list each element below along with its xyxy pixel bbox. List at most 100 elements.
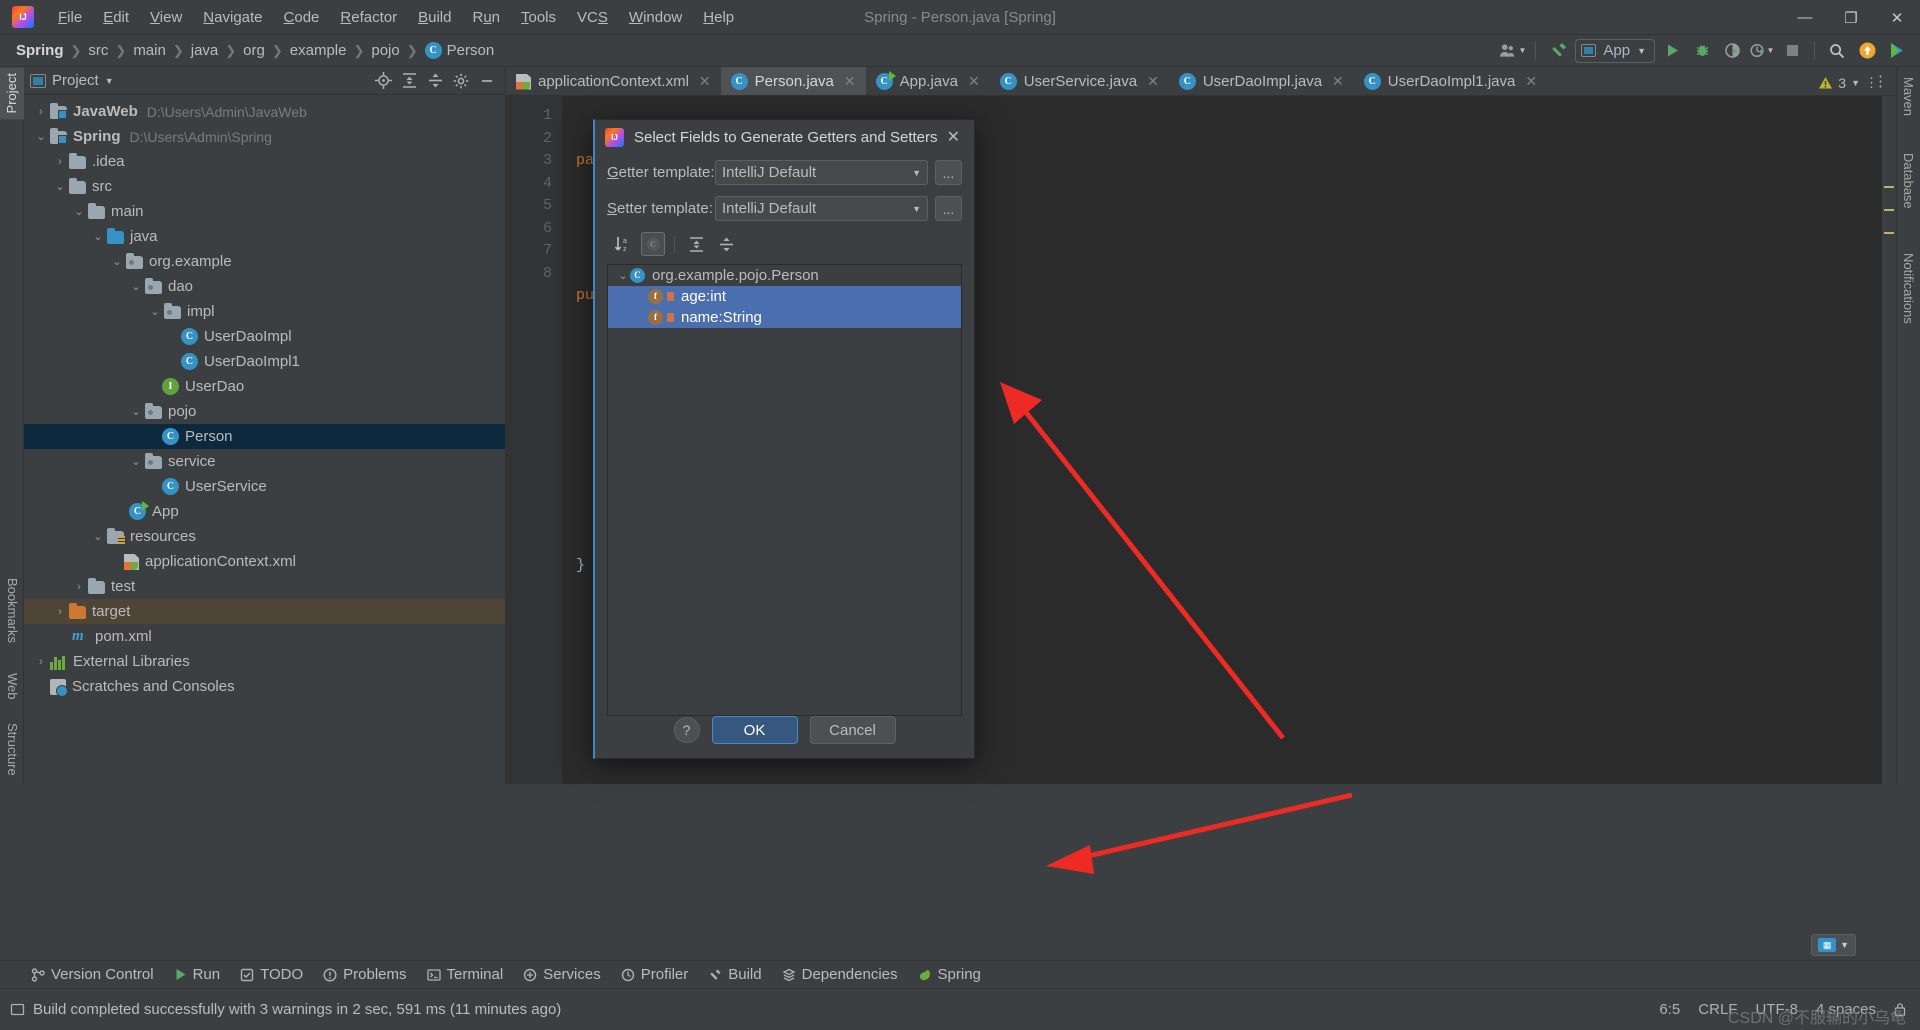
toolwindow-run[interactable]: Run (165, 963, 230, 986)
chevron-right-icon[interactable]: › (34, 106, 48, 118)
tab-userdaoimpl1-java[interactable]: C UserDaoImpl1.java ✕ (1354, 67, 1547, 95)
chevron-down-icon[interactable]: ⌄ (91, 230, 105, 243)
chevron-right-icon[interactable]: › (34, 656, 48, 668)
field-selection-list[interactable]: ⌄ C org.example.pojo.Person f age:int f … (607, 264, 962, 716)
tree-item-external-libraries[interactable]: › External Libraries (24, 649, 505, 674)
debug-icon[interactable] (1689, 39, 1715, 63)
chevron-down-icon[interactable]: ⌄ (129, 280, 143, 293)
chevron-right-icon[interactable]: › (53, 156, 67, 168)
status-event-icon[interactable] (10, 1002, 25, 1017)
chevron-down-icon[interactable]: ⌄ (34, 130, 48, 143)
toolwindow-profiler[interactable]: Profiler (612, 963, 698, 986)
toolwindow-problems[interactable]: Problems (314, 963, 415, 986)
help-button[interactable]: ? (673, 717, 700, 743)
run-with-coverage-icon[interactable] (1719, 39, 1745, 63)
menu-item-tools[interactable]: Tools (511, 5, 566, 30)
breadcrumb-item-project[interactable]: Spring (12, 40, 68, 61)
breadcrumb-item-java[interactable]: java (187, 40, 223, 61)
collapse-all-icon[interactable] (714, 232, 738, 256)
tree-item-service[interactable]: ⌄ service (24, 449, 505, 474)
breadcrumb-item-pojo[interactable]: pojo (367, 40, 403, 61)
search-icon[interactable] (1824, 39, 1850, 63)
tree-item-main[interactable]: ⌄ main (24, 199, 505, 224)
sidebar-item-database[interactable]: Database (1896, 147, 1920, 215)
update-project-icon[interactable] (1854, 39, 1880, 63)
menu-item-vcs[interactable]: VCS (567, 5, 618, 30)
menu-item-file[interactable]: File (48, 5, 92, 30)
sidebar-item-maven[interactable]: Maven (1896, 71, 1920, 122)
toolwindow-services[interactable]: Services (514, 963, 610, 986)
sidebar-item-bookmarks[interactable]: Bookmarks (0, 572, 24, 649)
tree-item-scratches-and-consoles[interactable]: Scratches and Consoles (24, 674, 505, 699)
caret-position[interactable]: 6:5 (1659, 1001, 1680, 1018)
dialog-close-button[interactable]: ✕ (941, 125, 966, 149)
field-list-row-class[interactable]: ⌄ C org.example.pojo.Person (608, 265, 961, 286)
chevron-down-icon[interactable]: ⌄ (110, 255, 124, 268)
expand-all-icon[interactable] (397, 70, 421, 92)
close-button[interactable]: ✕ (1874, 0, 1920, 35)
breadcrumb-item-person[interactable]: C Person (421, 40, 499, 61)
field-list-row-name[interactable]: f name:String (608, 307, 961, 328)
tree-item-app[interactable]: C App (24, 499, 505, 524)
chevron-down-icon[interactable]: ⌄ (129, 405, 143, 418)
tree-item-java[interactable]: ⌄ java (24, 224, 505, 249)
close-icon[interactable]: ✕ (1332, 73, 1344, 90)
hide-panel-icon[interactable] (475, 70, 499, 92)
chevron-down-icon[interactable]: ⌄ (129, 455, 143, 468)
setter-template-browse-button[interactable]: ... (935, 196, 962, 221)
toolwindow-spring[interactable]: Spring (909, 963, 990, 986)
tree-item-idea[interactable]: › .idea (24, 149, 505, 174)
menu-item-build[interactable]: Build (408, 5, 461, 30)
tree-item-userdao[interactable]: I UserDao (24, 374, 505, 399)
tree-item-target[interactable]: › target (24, 599, 505, 624)
toolwindow-version-control[interactable]: Version Control (22, 963, 163, 986)
close-icon[interactable]: ✕ (1525, 73, 1537, 90)
user-account-icon[interactable]: ▼ (1500, 39, 1526, 63)
run-configuration-selector[interactable]: App ▼ (1575, 38, 1655, 63)
tree-item-test[interactable]: › test (24, 574, 505, 599)
close-icon[interactable]: ✕ (699, 73, 711, 90)
breadcrumb-item-example[interactable]: example (286, 40, 351, 61)
menu-item-refactor[interactable]: Refactor (330, 5, 407, 30)
tab-userservice-java[interactable]: C UserService.java ✕ (990, 67, 1169, 95)
inspection-stripe[interactable] (1882, 96, 1896, 784)
tree-item-applicationcontext-xml[interactable]: applicationContext.xml (24, 549, 505, 574)
tree-item-userdaoimpl1[interactable]: C UserDaoImpl1 (24, 349, 505, 374)
stop-icon[interactable] (1779, 39, 1805, 63)
breadcrumb-item-org[interactable]: org (239, 40, 269, 61)
sidebar-item-web[interactable]: Web (0, 667, 24, 706)
menu-item-navigate[interactable]: Navigate (193, 5, 272, 30)
locate-icon[interactable] (371, 70, 395, 92)
minimize-button[interactable]: — (1782, 0, 1828, 35)
tab-applicationcontext-xml[interactable]: applicationContext.xml ✕ (506, 67, 721, 95)
tree-item-resources[interactable]: ⌄ resources (24, 524, 505, 549)
toolwindow-todo[interactable]: TODO (231, 963, 312, 986)
tree-item-pom-xml[interactable]: m pom.xml (24, 624, 505, 649)
tab-userdaoimpl-java[interactable]: C UserDaoImpl.java ✕ (1169, 67, 1354, 95)
tree-item-userservice[interactable]: C UserService (24, 474, 505, 499)
chevron-down-icon[interactable]: ▼ (105, 76, 114, 86)
menu-item-window[interactable]: Window (619, 5, 692, 30)
toolwindow-terminal[interactable]: Terminal (418, 963, 513, 986)
sort-alphabetically-icon[interactable]: az (611, 232, 635, 256)
collapse-all-icon[interactable] (423, 70, 447, 92)
chevron-down-icon[interactable]: ▼ (1840, 940, 1849, 950)
breadcrumb-item-src[interactable]: src (84, 40, 112, 61)
ide-feature-icon[interactable] (1884, 39, 1910, 63)
tree-item-userdaoimpl[interactable]: C UserDaoImpl (24, 324, 505, 349)
toolwindow-dependencies[interactable]: Dependencies (773, 963, 907, 986)
cancel-button[interactable]: Cancel (809, 716, 896, 744)
sidebar-item-project[interactable]: Project (0, 67, 24, 120)
menu-item-code[interactable]: Code (274, 5, 330, 30)
sidebar-item-structure[interactable]: Structure (0, 717, 24, 782)
tree-item-pojo[interactable]: ⌄ pojo (24, 399, 505, 424)
tree-item-spring[interactable]: ⌄ Spring D:\Users\Admin\Spring (24, 124, 505, 149)
tree-item-org-example[interactable]: ⌄ org.example (24, 249, 505, 274)
editor-float-widget[interactable]: ▦ ▼ (1811, 934, 1856, 956)
chevron-down-icon[interactable]: ▼ (1851, 78, 1860, 88)
getter-template-select[interactable]: IntelliJ Default ▼ (715, 160, 928, 185)
chevron-down-icon[interactable]: ⌄ (72, 205, 86, 218)
tree-item-javaweb[interactable]: › JavaWeb D:\Users\Admin\JavaWeb (24, 99, 505, 124)
tab-app-java[interactable]: C App.java ✕ (866, 67, 990, 95)
menu-item-run[interactable]: Run (462, 5, 510, 30)
